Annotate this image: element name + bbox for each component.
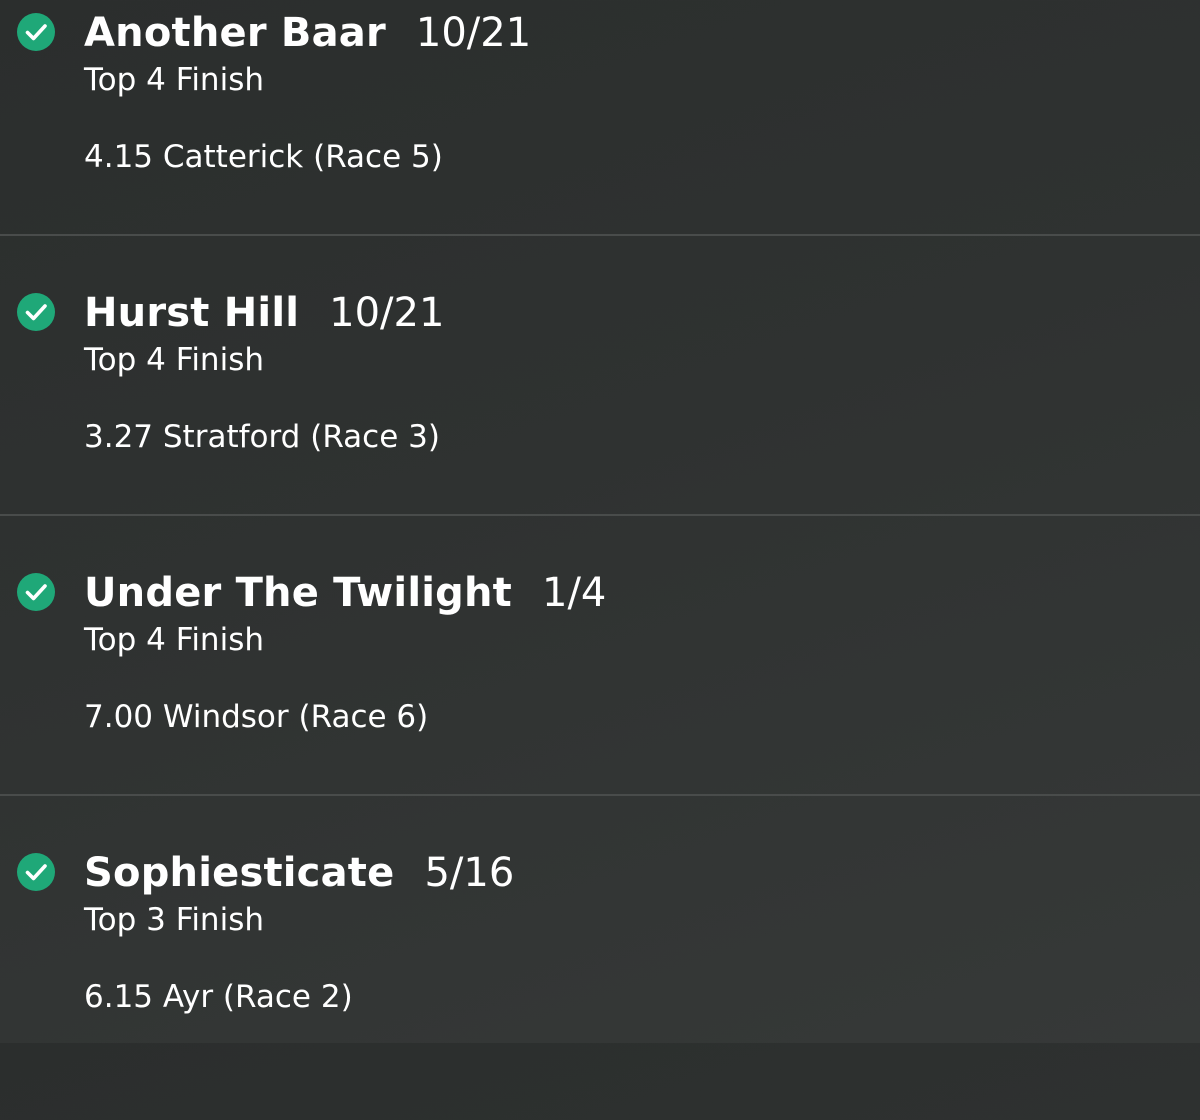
event-name: 7.00 Windsor (Race 6)	[84, 699, 429, 735]
selection-name: Sophiesticate	[84, 850, 395, 896]
bet-title-row: Under The Twilight 1/4	[84, 568, 606, 618]
bet-title-row: Another Baar 10/21	[84, 8, 531, 58]
divider	[0, 514, 1200, 516]
selection-name: Another Baar	[84, 10, 386, 56]
event-name: 3.27 Stratford (Race 3)	[84, 419, 440, 455]
odds: 10/21	[415, 10, 532, 56]
check-circle-icon	[17, 293, 55, 331]
odds: 5/16	[424, 850, 515, 896]
selection-name: Under The Twilight	[84, 570, 512, 616]
event-name: 6.15 Ayr (Race 2)	[84, 979, 353, 1015]
check-circle-icon	[17, 13, 55, 51]
event-name: 4.15 Catterick (Race 5)	[84, 139, 443, 175]
odds: 1/4	[542, 570, 607, 616]
divider	[0, 234, 1200, 236]
bet-leg[interactable]: Another Baar 10/21 Top 4 Finish 4.15 Cat…	[0, 0, 1200, 280]
selection-name: Hurst Hill	[84, 290, 300, 336]
bet-list: Another Baar 10/21 Top 4 Finish 4.15 Cat…	[0, 0, 1200, 1043]
odds: 10/21	[329, 290, 445, 336]
bet-title-row: Hurst Hill 10/21	[84, 288, 444, 338]
bet-leg[interactable]: Sophiesticate 5/16 Top 3 Finish 6.15 Ayr…	[0, 840, 1200, 1120]
market-name: Top 4 Finish	[84, 342, 264, 378]
bet-leg[interactable]: Under The Twilight 1/4 Top 4 Finish 7.00…	[0, 560, 1200, 840]
market-name: Top 4 Finish	[84, 622, 264, 658]
market-name: Top 3 Finish	[84, 902, 264, 938]
check-circle-icon	[17, 853, 55, 891]
market-name: Top 4 Finish	[84, 62, 264, 98]
bet-title-row: Sophiesticate 5/16	[84, 848, 514, 898]
check-circle-icon	[17, 573, 55, 611]
bet-leg[interactable]: Hurst Hill 10/21 Top 4 Finish 3.27 Strat…	[0, 280, 1200, 560]
divider	[0, 794, 1200, 796]
